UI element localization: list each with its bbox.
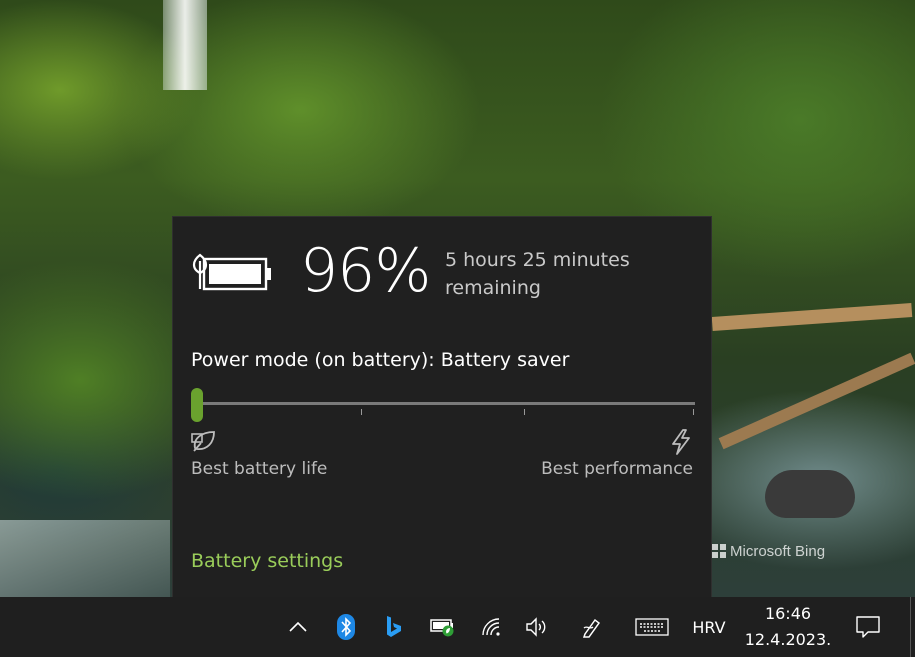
- slider-tick: [693, 409, 694, 415]
- keyboard-icon: [635, 618, 669, 636]
- show-desktop-button[interactable]: [910, 597, 911, 657]
- power-mode-slider[interactable]: [195, 402, 695, 405]
- bing-button[interactable]: [380, 597, 408, 657]
- best-battery-life-label: Best battery life: [191, 459, 328, 479]
- touch-keyboard-button[interactable]: [633, 597, 671, 657]
- battery-tray-button[interactable]: [428, 597, 458, 657]
- power-mode-label: Power mode (on battery): Battery saver: [191, 349, 570, 371]
- clock-date: 12.4.2023.: [744, 630, 832, 649]
- taskbar: HRV 16:46 12.4.2023.: [0, 597, 915, 657]
- show-hidden-icons-button[interactable]: [284, 597, 312, 657]
- stream: [0, 520, 170, 597]
- battery-percentage: 96%: [300, 236, 431, 306]
- lightning-icon: [672, 429, 690, 455]
- best-performance-label: Best performance: [541, 459, 693, 479]
- bluetooth-icon: [337, 614, 355, 640]
- pen-menu-button[interactable]: [578, 597, 606, 657]
- log: [711, 303, 913, 331]
- waterfall: [163, 0, 207, 90]
- bluetooth-button[interactable]: [332, 597, 360, 657]
- battery-icon: [430, 619, 454, 637]
- log: [718, 352, 915, 450]
- clock-time: 16:46: [764, 604, 812, 623]
- chevron-up-icon: [289, 621, 307, 632]
- time-remaining: 5 hours 25 minutes remaining: [445, 249, 630, 299]
- volume-button[interactable]: [523, 597, 551, 657]
- windows-logo-icon: [712, 544, 726, 558]
- rock: [765, 470, 855, 518]
- volume-icon: [526, 617, 546, 637]
- input-language-button[interactable]: HRV: [688, 597, 730, 657]
- battery-flyout: 96% 5 hours 25 minutes remaining Power m…: [172, 216, 712, 597]
- bing-icon: [387, 616, 401, 637]
- pen-icon: [582, 618, 601, 638]
- clock-button[interactable]: 16:46 12.4.2023.: [742, 601, 834, 653]
- battery-settings-link[interactable]: Battery settings: [191, 550, 343, 572]
- slider-tick: [524, 409, 525, 415]
- slider-tick: [361, 409, 362, 415]
- action-center-button[interactable]: [852, 597, 884, 657]
- bing-watermark: Microsoft Bing: [712, 543, 825, 560]
- leaf-icon: [191, 431, 215, 452]
- battery-saver-icon: [192, 253, 271, 291]
- wifi-icon: [482, 618, 500, 636]
- notification-icon: [856, 616, 880, 638]
- network-button[interactable]: [478, 597, 506, 657]
- slider-thumb[interactable]: [191, 388, 203, 422]
